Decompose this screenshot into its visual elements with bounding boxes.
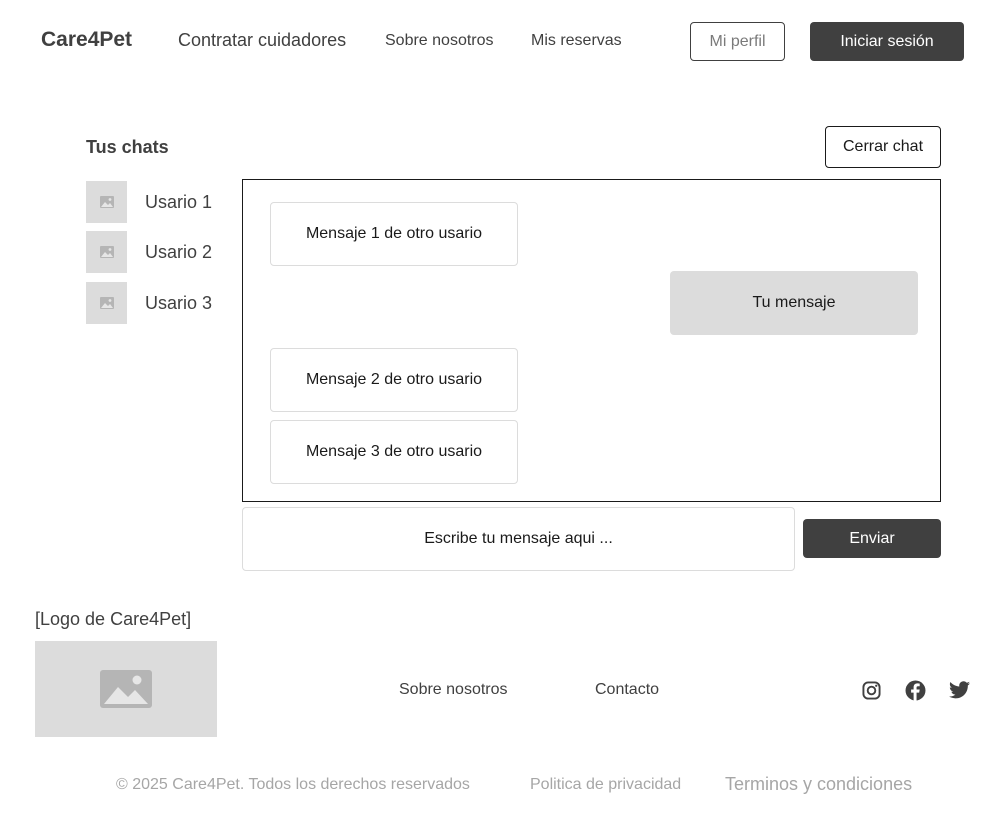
message-incoming: Mensaje 1 de otro usario [270,202,518,266]
copyright-text: © 2025 Care4Pet. Todos los derechos rese… [116,776,470,793]
footer-logo-label: [Logo de Care4Pet] [35,609,192,629]
twitter-icon[interactable] [948,679,970,701]
image-placeholder-icon [100,670,152,708]
footer-logo-image [35,641,217,737]
send-button[interactable]: Enviar [803,519,941,558]
message-outgoing: Tu mensaje [670,271,918,335]
brand-logo-text[interactable]: Care4Pet [41,28,132,52]
chat-user-item[interactable]: Usario 3 [86,282,226,324]
chat-user-name: Usario 1 [145,191,213,212]
avatar [86,231,127,273]
profile-button[interactable]: Mi perfil [690,22,785,61]
chat-user-item[interactable]: Usario 2 [86,231,226,273]
avatar [86,181,127,223]
image-placeholder-icon [99,246,114,258]
facebook-icon[interactable] [904,679,926,701]
login-button[interactable]: Iniciar sesión [810,22,964,61]
instagram-icon[interactable] [860,679,882,701]
nav-sobre-nosotros[interactable]: Sobre nosotros [385,32,494,50]
nav-contratar-cuidadores[interactable]: Contratar cuidadores [178,30,346,51]
chats-title: Tus chats [86,137,169,157]
privacy-policy-link[interactable]: Politica de privacidad [530,776,681,794]
terms-link[interactable]: Terminos y condiciones [725,774,912,795]
image-placeholder-icon [99,196,114,208]
nav-mis-reservas[interactable]: Mis reservas [531,32,622,50]
chat-user-item[interactable]: Usario 1 [86,181,226,223]
footer-link-sobre-nosotros[interactable]: Sobre nosotros [399,681,508,699]
chat-user-name: Usario 3 [145,292,213,313]
image-placeholder-icon [99,297,114,309]
avatar [86,282,127,324]
chat-messages-panel[interactable]: Mensaje 1 de otro usario Tu mensaje Mens… [242,179,941,502]
message-input[interactable] [242,507,795,571]
message-incoming: Mensaje 3 de otro usario [270,420,518,484]
footer-link-contacto[interactable]: Contacto [595,681,659,699]
chat-user-name: Usario 2 [145,241,213,262]
close-chat-button[interactable]: Cerrar chat [825,126,941,168]
message-incoming: Mensaje 2 de otro usario [270,348,518,412]
